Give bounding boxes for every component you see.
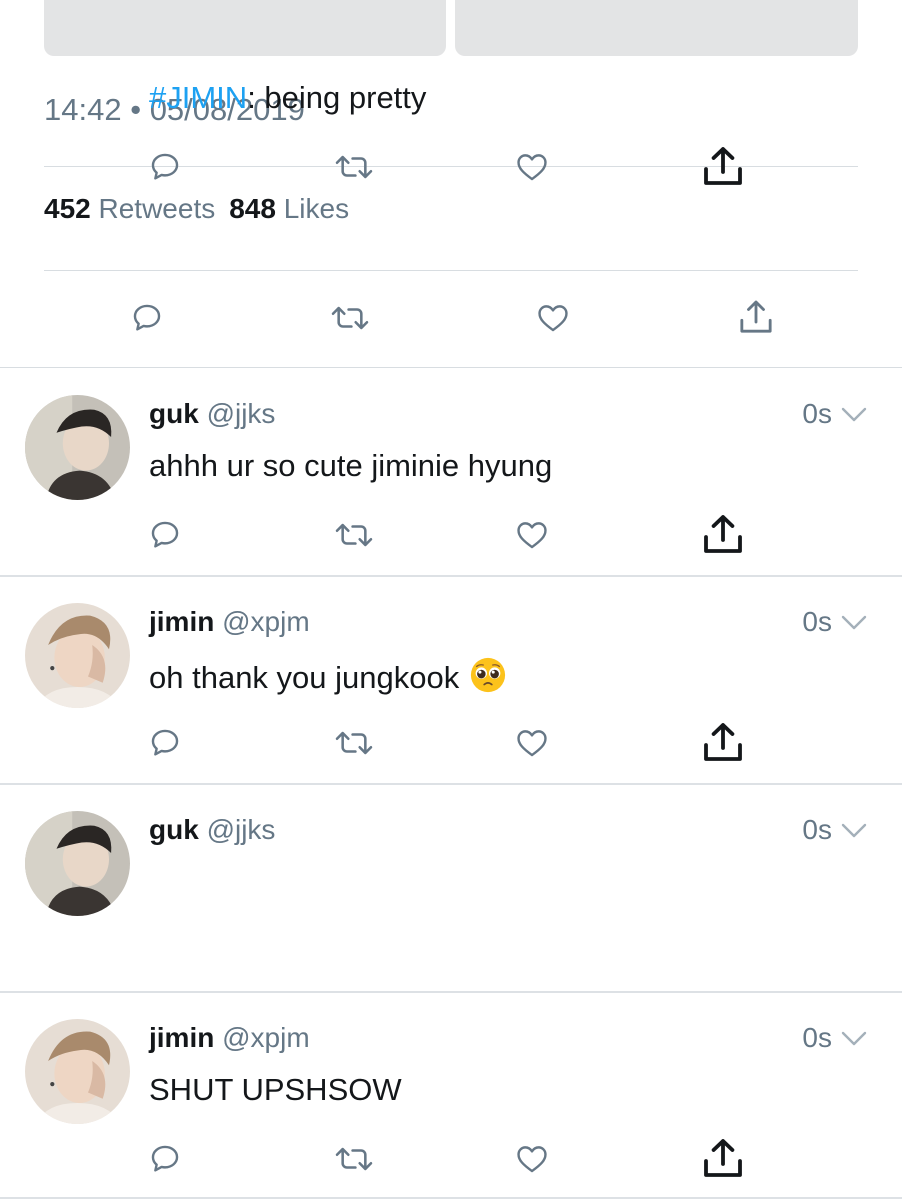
chevron-down-icon[interactable]	[840, 822, 868, 840]
reply-author[interactable]: jimin @xpjm	[149, 1022, 310, 1054]
heart-icon[interactable]	[514, 150, 550, 184]
author-handle: @jjks	[206, 398, 276, 429]
like-label: Likes	[283, 193, 350, 224]
reply-text: #JIMIN: being pretty	[149, 80, 426, 116]
tweet-media-row	[44, 0, 858, 56]
reply-text-content: ahhh ur so cute jiminie hyung	[149, 448, 553, 483]
retweet-icon[interactable]	[331, 1142, 377, 1176]
hashtag-link[interactable]: #JIMIN	[149, 80, 247, 115]
reply-icon[interactable]	[148, 518, 182, 552]
tweet-media-image-2[interactable]	[455, 0, 858, 56]
author-name: jimin	[149, 606, 215, 637]
tweet-media-image-1[interactable]	[44, 0, 446, 56]
chevron-down-icon[interactable]	[840, 406, 868, 424]
reply-author[interactable]: guk @jjks	[149, 814, 275, 846]
reply-icon[interactable]	[148, 726, 182, 760]
retweet-icon[interactable]	[331, 726, 377, 760]
author-name: jimin	[149, 1022, 215, 1053]
reply-author[interactable]: jimin @xpjm	[149, 606, 310, 638]
share-icon[interactable]	[699, 144, 747, 188]
reply-time: 0s	[802, 1022, 832, 1053]
timestamp-separator: •	[130, 92, 142, 127]
retweets-stat[interactable]: 452 Retweets	[44, 193, 215, 224]
reply-tweet[interactable]: jimin @xpjm 0s SHUT UPSHSOW	[0, 992, 902, 1200]
avatar[interactable]	[25, 811, 130, 916]
heart-icon[interactable]	[514, 726, 550, 760]
reply-icon[interactable]	[148, 1142, 182, 1176]
likes-stat[interactable]: 848 Likes	[229, 193, 349, 224]
reply-divider	[0, 1197, 902, 1199]
heart-icon[interactable]	[514, 1142, 550, 1176]
share-icon[interactable]	[736, 297, 776, 337]
avatar[interactable]	[25, 1019, 130, 1124]
reply-text: oh thank you jungkook	[149, 656, 507, 696]
retweet-icon[interactable]	[327, 301, 373, 335]
reply-text: SHUT UPSHSOW	[149, 1072, 402, 1108]
heart-icon[interactable]	[514, 518, 550, 552]
retweet-icon[interactable]	[331, 518, 377, 552]
pleading-face-emoji	[469, 656, 507, 694]
like-count: 848	[229, 193, 276, 224]
reply-text: ahhh ur so cute jiminie hyung	[149, 448, 552, 484]
tweet-time: 14:42	[44, 92, 122, 127]
avatar[interactable]	[25, 603, 130, 708]
avatar[interactable]	[25, 395, 130, 500]
reply-time: 0s	[802, 398, 832, 429]
heart-icon[interactable]	[535, 301, 571, 335]
author-handle: @xpjm	[222, 1022, 310, 1053]
author-name: guk	[149, 398, 199, 429]
retweet-icon[interactable]	[331, 150, 377, 184]
retweet-label: Retweets	[98, 193, 216, 224]
reply-time: 0s	[802, 814, 832, 845]
share-icon[interactable]	[699, 1136, 747, 1180]
retweet-count: 452	[44, 193, 91, 224]
author-handle: @xpjm	[222, 606, 310, 637]
tweet-action-bar	[0, 297, 902, 343]
reply-author[interactable]: guk @jjks	[149, 398, 275, 430]
author-name: guk	[149, 814, 199, 845]
share-icon[interactable]	[699, 720, 747, 764]
reply-icon[interactable]	[148, 150, 182, 184]
reply-tweet[interactable]: guk @jjks 0s ahhh ur so cute jiminie hyu…	[0, 368, 902, 576]
chevron-down-icon[interactable]	[840, 614, 868, 632]
reply-text-content: : being pretty	[247, 80, 427, 115]
reply-time: 0s	[802, 606, 832, 637]
author-handle: @jjks	[206, 814, 276, 845]
reply-text-content: oh thank you jungkook	[149, 660, 460, 695]
divider	[44, 270, 858, 271]
reply-text-content: SHUT UPSHSOW	[149, 1072, 402, 1107]
reply-tweet[interactable]: jimin @xpjm 0s oh thank you jungkook	[0, 576, 902, 784]
tweet-stats: 452 Retweets 848 Likes	[44, 193, 349, 225]
share-icon[interactable]	[699, 512, 747, 556]
reply-icon[interactable]	[130, 301, 164, 335]
reply-tweet[interactable]: guk @jjks 0s	[0, 784, 902, 992]
chevron-down-icon[interactable]	[840, 1030, 868, 1048]
